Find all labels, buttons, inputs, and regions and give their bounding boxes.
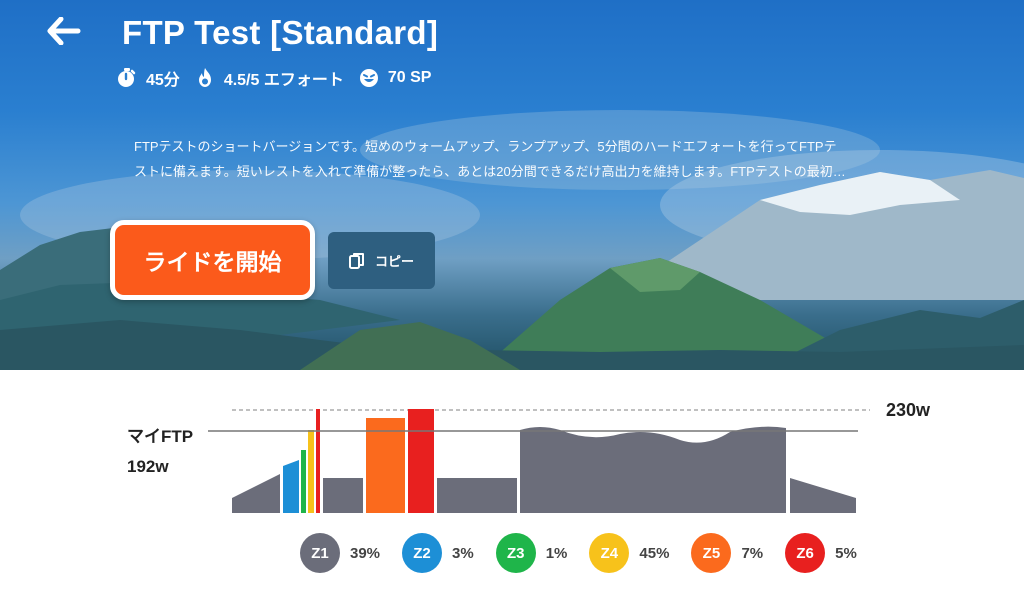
zone-distribution: Z1 39% Z2 3% Z3 1% Z4 45% Z5 7% Z6 5% — [300, 533, 879, 573]
segment-hard-z5 — [366, 418, 405, 513]
zone-badge: Z4 — [589, 533, 630, 573]
copy-button[interactable]: コピー — [328, 232, 435, 289]
zone-percentage: 7% — [741, 544, 764, 562]
flame-icon — [198, 68, 211, 87]
zone-item: Z2 3% — [402, 533, 474, 573]
segment-rest — [437, 478, 517, 513]
sp-info: 70 SP — [358, 67, 432, 89]
segment-ftp-test — [520, 426, 786, 513]
stopwatch-icon — [118, 68, 136, 87]
start-ride-button[interactable]: ライドを開始 — [110, 220, 315, 300]
zone-item: Z4 45% — [589, 533, 669, 573]
duration-info: 45分 — [116, 66, 180, 90]
segment-recovery-1 — [323, 478, 363, 513]
segment-ramp-z2 — [283, 466, 299, 513]
zone-badge: Z1 — [300, 533, 340, 573]
segment-ramp-z3 — [301, 450, 306, 513]
ftp-value: 192w — [127, 457, 169, 476]
duration-text: 45分 — [146, 72, 180, 89]
zone-percentage: 3% — [452, 544, 474, 562]
zone-item: Z5 7% — [691, 533, 763, 573]
effort-info: 4.5/5 エフォート — [194, 66, 344, 90]
workout-description: FTPテストのショートバージョンです。短めのウォームアップ、ランプアップ、5分間… — [134, 134, 934, 184]
segment-hard-z6 — [408, 409, 434, 513]
workout-title: FTP Test [Standard] — [122, 14, 439, 51]
description-line-1: FTPテストのショートバージョンです。短めのウォームアップ、ランプアップ、5分間… — [134, 139, 837, 154]
mountain-scenery — [0, 110, 1024, 370]
grin-face-icon — [359, 69, 378, 87]
copy-icon — [348, 252, 364, 269]
segment-ramp-z2-top — [283, 460, 299, 466]
effort-text: 4.5/5 エフォート — [223, 72, 344, 89]
zone-percentage: 5% — [835, 544, 857, 562]
copy-label: コピー — [374, 254, 414, 269]
zone-item: Z6 5% — [785, 533, 857, 573]
back-button[interactable] — [42, 14, 86, 48]
zone-badge: Z2 — [402, 533, 443, 573]
zone-percentage: 1% — [545, 544, 568, 562]
ftp-title: マイFTP — [127, 427, 194, 446]
workout-chart: マイFTP 192w 230w Z1 39% Z2 3% Z3 1% Z4 45% Z5 7% Z6… — [0, 370, 1024, 590]
zone-badge: Z3 — [495, 533, 536, 573]
zone-percentage: 39% — [350, 544, 381, 562]
segment-ramp-z6 — [316, 409, 320, 513]
zone-item: Z3 1% — [495, 533, 568, 573]
hero-banner: FTP Test [Standard] 45分 4.5/5 エフォート 70 S… — [0, 0, 1024, 370]
segment-warmup — [232, 474, 280, 513]
zone-badge: Z6 — [785, 533, 826, 573]
zone-item: Z1 39% — [300, 533, 380, 573]
max-power-label: 230w — [886, 400, 931, 420]
segment-ramp-z4 — [308, 430, 314, 513]
zone-percentage: 45% — [639, 544, 670, 562]
ftp-label: マイFTP 192w — [127, 422, 193, 482]
segment-cooldown — [790, 478, 856, 513]
arrow-left-icon — [47, 17, 81, 45]
workout-meta: 45分 4.5/5 エフォート 70 SP — [116, 66, 445, 90]
zone-badge: Z5 — [691, 533, 732, 573]
description-line-2: ストに備えます。短いレストを入れて準備が整ったら、あとは20分間できるだけ高出力… — [134, 164, 846, 179]
sp-text: 70 SP — [387, 69, 432, 86]
